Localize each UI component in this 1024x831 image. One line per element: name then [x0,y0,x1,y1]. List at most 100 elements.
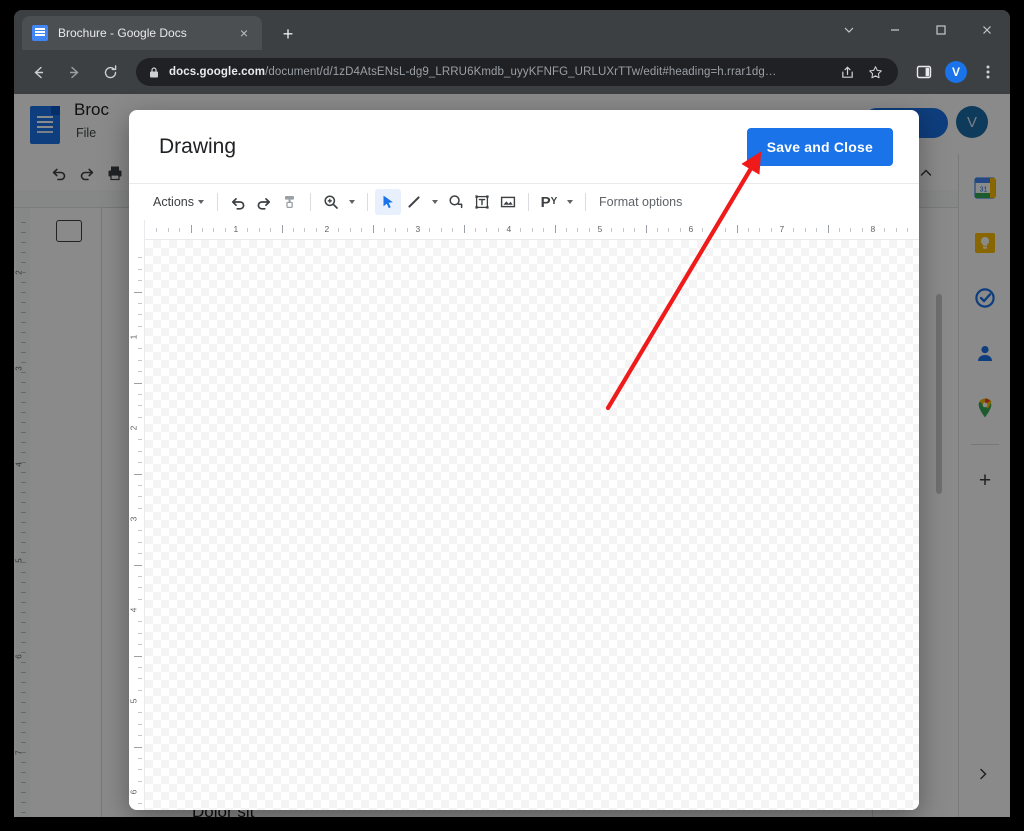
undo-button[interactable] [225,189,251,215]
word-art-dropdown-icon[interactable] [562,200,578,204]
text-box-tool[interactable] [469,189,495,215]
address-bar[interactable]: docs.google.com/document/d/1zD4AtsENsL-d… [136,58,898,86]
ruler-tick [134,564,142,566]
google-contacts-icon[interactable] [973,341,997,365]
ruler-tick [258,228,260,232]
ruler-tick [406,228,408,232]
paint-format-button[interactable] [277,189,303,215]
bookmark-star-icon[interactable] [864,61,886,83]
format-options-button[interactable]: Format options [593,189,688,215]
document-scrollbar[interactable] [936,294,942,494]
ruler-number: 5 [597,224,603,234]
reload-icon[interactable] [96,58,124,86]
docs-ruler-tick [21,482,26,483]
zoom-dropdown-icon[interactable] [344,200,360,204]
ruler-tick [138,484,142,486]
ruler-tick [440,228,442,232]
ruler-tick [190,225,192,233]
ruler-tick [645,225,647,233]
actions-menu[interactable]: Actions [147,189,210,215]
ruler-tick [395,228,397,232]
ruler-tick [725,228,727,232]
close-icon[interactable] [964,10,1010,50]
ruler-tick [138,439,142,441]
redo-button[interactable] [251,189,277,215]
url-path: /document/d/1zD4AtsENsL-dg9_LRRU6Kmdb_uy… [265,66,777,78]
image-tool[interactable] [495,189,521,215]
close-icon[interactable]: × [236,25,252,41]
maximize-icon[interactable] [918,10,964,50]
document-title[interactable]: Broc [74,100,109,120]
docs-ruler-number: 3 [14,366,24,371]
ruler-tick [138,325,142,327]
share-icon[interactable] [836,61,858,83]
docs-ruler-tick [21,222,26,223]
drawing-horizontal-ruler[interactable]: 1 2 3 4 5 6 7 8 [129,220,919,240]
docs-ruler-tick [21,472,26,473]
side-panel-icon[interactable] [910,58,938,86]
ruler-number: 4 [129,607,139,613]
google-keep-icon[interactable] [973,231,997,255]
ruler-tick [138,587,142,589]
drawing-canvas[interactable] [145,240,919,810]
browser-tab[interactable]: Brochure - Google Docs × [22,16,262,50]
google-calendar-icon[interactable]: 31 [973,176,997,200]
ruler-tick [531,228,533,232]
document-outline-icon[interactable] [56,220,82,242]
zoom-button[interactable] [318,189,344,215]
docs-ruler-tick [21,392,26,393]
google-docs-favicon [32,25,48,41]
ruler-tick [543,228,545,232]
ruler-tick [463,225,465,233]
docs-menu-file[interactable]: File [76,126,96,140]
ruler-tick [634,228,636,232]
svg-text:31: 31 [980,187,988,194]
ruler-tick [138,314,142,316]
save-and-close-button[interactable]: Save and Close [746,127,893,166]
docs-ruler-tick [21,792,26,793]
docs-ruler-tick [21,602,26,603]
chevron-right-icon[interactable] [972,763,994,785]
google-tasks-icon[interactable] [973,286,997,310]
tab-title: Brochure - Google Docs [58,26,187,40]
docs-ruler-tick [21,242,26,243]
docs-ruler-tick [21,532,26,533]
profile-avatar[interactable]: V [942,58,970,86]
google-maps-icon[interactable] [973,396,997,420]
ruler-tick [304,228,306,232]
docs-account-avatar[interactable]: V [956,106,988,138]
chrome-menu-icon[interactable] [974,58,1002,86]
ruler-tick [588,228,590,232]
ruler-tick [138,280,142,282]
ruler-tick [134,382,142,384]
drawing-vertical-ruler[interactable]: 1 2 3 4 5 6 [129,240,145,810]
ruler-tick [816,228,818,232]
word-art-tool[interactable]: PY [536,189,562,215]
line-tool[interactable] [401,189,427,215]
ruler-tick [793,228,795,232]
toolbar-divider [585,193,586,211]
new-tab-button[interactable]: + [276,22,300,46]
redo-icon[interactable] [76,162,98,184]
docs-ruler-tick [21,772,26,773]
minimize-icon[interactable] [872,10,918,50]
chevron-down-icon[interactable] [826,10,872,50]
shape-tool[interactable] [443,189,469,215]
avatar-initial: V [945,61,967,83]
ruler-tick [138,678,142,680]
url-domain: docs.google.com [169,66,266,78]
ruler-number: 3 [415,224,421,234]
sidebar-divider [971,444,999,445]
ruler-tick [827,225,829,233]
ruler-tick [138,632,142,634]
back-arrow-icon[interactable] [24,58,52,86]
line-dropdown-icon[interactable] [427,200,443,204]
undo-icon[interactable] [48,162,70,184]
select-tool[interactable] [375,189,401,215]
ruler-tick [138,268,142,270]
docs-ruler-tick [21,342,26,343]
forward-arrow-icon[interactable] [60,58,88,86]
print-icon[interactable] [104,162,126,184]
ruler-tick [486,228,488,232]
add-on-plus-icon[interactable]: + [973,469,997,493]
